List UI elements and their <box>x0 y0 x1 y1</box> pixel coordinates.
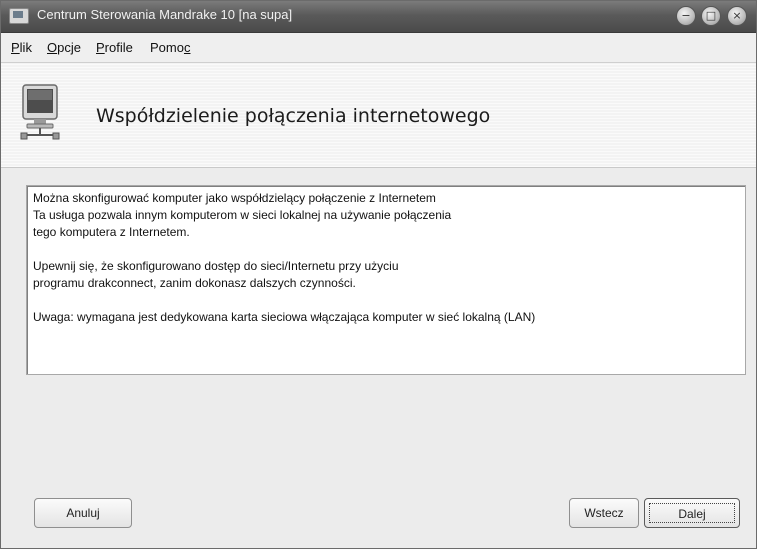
info-line: tego komputera z Internetem. <box>33 225 190 239</box>
maximize-button[interactable]: □ <box>701 6 721 26</box>
minimize-button[interactable]: − <box>676 6 696 26</box>
app-icon <box>9 8 29 24</box>
cancel-button[interactable]: Anuluj <box>34 498 132 528</box>
app-window: Centrum Sterowania Mandrake 10 [na supa]… <box>0 0 757 549</box>
info-line: Można skonfigurować komputer jako współd… <box>33 191 436 205</box>
next-button-label: Dalej <box>649 503 735 523</box>
info-line: Uwaga: wymagana jest dedykowana karta si… <box>33 310 536 324</box>
close-button[interactable]: × <box>727 6 747 26</box>
next-button[interactable]: Dalej <box>644 498 740 528</box>
network-computer-icon <box>20 84 60 140</box>
info-line: programu drakconnect, zanim dokonasz dal… <box>33 276 356 290</box>
wizard-content: Można skonfigurować komputer jako współd… <box>1 168 756 548</box>
window-title: Centrum Sterowania Mandrake 10 [na supa] <box>37 7 293 22</box>
menu-opcje[interactable]: Opcje <box>47 40 81 55</box>
menu-plik[interactable]: Plik <box>11 40 32 55</box>
info-text-area: Można skonfigurować komputer jako współd… <box>26 185 746 375</box>
page-title: Współdzielenie połączenia internetowego <box>96 105 491 127</box>
info-line: Upewnij się, że skonfigurowano dostęp do… <box>33 259 399 273</box>
menu-profile[interactable]: Profile <box>96 40 133 55</box>
info-line: Ta usługa pozwala innym komputerom w sie… <box>33 208 452 222</box>
menu-pomoc[interactable]: Pomoc <box>150 40 190 55</box>
wizard-header: Współdzielenie połączenia internetowego <box>1 63 756 168</box>
back-button[interactable]: Wstecz <box>569 498 639 528</box>
menu-bar: Plik Opcje Profile Pomoc <box>1 33 756 63</box>
title-bar[interactable]: Centrum Sterowania Mandrake 10 [na supa]… <box>1 1 756 33</box>
